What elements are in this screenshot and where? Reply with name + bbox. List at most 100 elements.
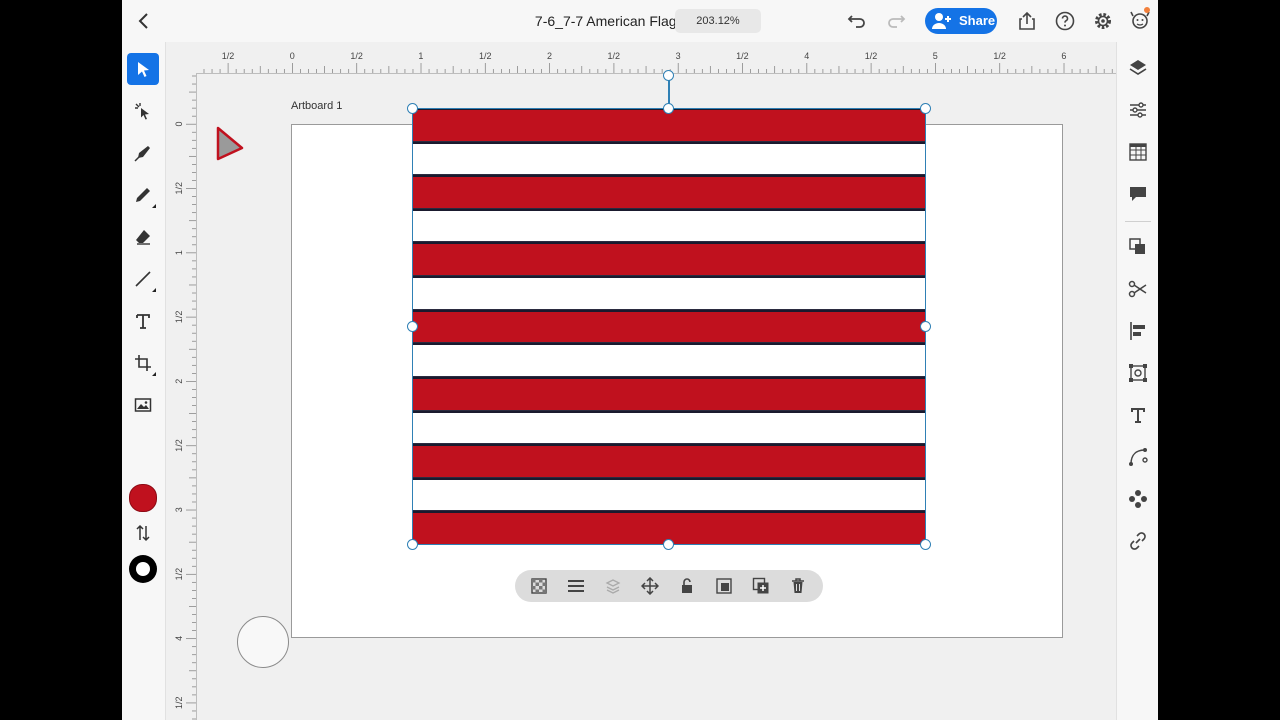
arrange-panel-button[interactable]: [1127, 236, 1149, 258]
layers-button[interactable]: [1127, 57, 1149, 79]
menu-lines-icon: [568, 580, 584, 592]
align-panel-button[interactable]: [1127, 320, 1149, 342]
libraries-button[interactable]: [1127, 141, 1149, 163]
resize-handle-right[interactable]: [920, 321, 931, 332]
swap-icon: [136, 524, 150, 542]
resize-handle-bottom-left[interactable]: [407, 539, 418, 550]
redo-button[interactable]: [885, 10, 907, 32]
fill-color-swatch[interactable]: [129, 484, 157, 512]
properties-button[interactable]: [1127, 99, 1149, 121]
align-left-icon: [1130, 322, 1145, 340]
mask-button[interactable]: [713, 576, 735, 596]
resize-handle-bottom-right[interactable]: [920, 539, 931, 550]
ruler-label: 4: [804, 51, 809, 61]
place-image-tool[interactable]: [127, 389, 159, 421]
red-stripe[interactable]: [412, 309, 926, 344]
touch-shortcut-button[interactable]: [237, 616, 289, 668]
direct-select-tool[interactable]: [127, 95, 159, 127]
properties-icon: [1130, 102, 1146, 118]
repeat-grid-icon: [1129, 490, 1147, 508]
comments-button[interactable]: [1127, 183, 1149, 205]
duplicate-icon: [752, 577, 769, 594]
white-stripe[interactable]: [412, 410, 926, 445]
red-stripe[interactable]: [412, 175, 926, 209]
pencil-tool[interactable]: [127, 179, 159, 211]
resize-handle-top-right[interactable]: [920, 103, 931, 114]
left-toolbar: [122, 42, 166, 720]
pen-icon: [134, 146, 150, 162]
ruler-label: 1/2: [865, 51, 878, 61]
ruler-label: 3: [676, 51, 681, 61]
eraser-tool[interactable]: [127, 221, 159, 253]
artboard-label[interactable]: Artboard 1: [291, 100, 342, 112]
settings-button[interactable]: [1092, 10, 1114, 32]
help-button[interactable]: [1054, 10, 1076, 32]
cut-button[interactable]: [1127, 278, 1149, 300]
white-stripe[interactable]: [412, 276, 926, 310]
crop-icon: [135, 355, 151, 371]
export-button[interactable]: [1016, 10, 1038, 32]
red-stripe[interactable]: [412, 376, 926, 411]
align-button[interactable]: [565, 576, 587, 596]
path-button[interactable]: [1127, 446, 1149, 468]
arrange-icon: [1129, 238, 1145, 254]
pencil-icon: [136, 188, 150, 202]
eraser-icon: [136, 230, 150, 245]
ruler-label: 1: [174, 250, 184, 255]
ruler-label: 1/2: [993, 51, 1006, 61]
share-button[interactable]: Share: [925, 8, 997, 34]
top-bar: 7-6_7-7 American Flag* 203.12% Share: [122, 0, 1158, 43]
delete-button[interactable]: [787, 576, 809, 596]
select-tool[interactable]: [127, 53, 159, 85]
add-user-icon: [932, 13, 951, 29]
type-panel-button[interactable]: [1127, 404, 1149, 426]
arrange-button[interactable]: [602, 576, 624, 596]
document-title[interactable]: 7-6_7-7 American Flag*: [462, 0, 682, 42]
horizontal-ruler: 1/2 0 1/2 1 1/2 2 1/2 3 1/2 4 1/2 5 1/2 6: [196, 42, 1116, 74]
move-icon: [641, 577, 659, 595]
type-tool[interactable]: [127, 305, 159, 337]
undo-icon: [847, 15, 865, 28]
swap-colors-button[interactable]: [133, 522, 153, 544]
move-button[interactable]: [639, 576, 661, 596]
red-stripe[interactable]: [412, 444, 926, 478]
crop-tool[interactable]: [127, 347, 159, 379]
resize-handle-top[interactable]: [663, 103, 674, 114]
white-stripe[interactable]: [412, 343, 926, 377]
ruler-label: 1/2: [174, 696, 184, 709]
context-toolbar: [515, 570, 823, 602]
ruler-label: 4: [174, 636, 184, 641]
transform-icon: [1129, 364, 1147, 382]
panel-divider: [1125, 221, 1151, 222]
ruler-label: 1/2: [174, 439, 184, 452]
libraries-icon: [1129, 143, 1147, 161]
resize-handle-top-left[interactable]: [407, 103, 418, 114]
zoom-level[interactable]: 203.12%: [675, 9, 761, 33]
back-button[interactable]: [134, 11, 154, 31]
ruler-label: 1: [418, 51, 423, 61]
lock-button[interactable]: [676, 576, 698, 596]
line-tool[interactable]: [127, 263, 159, 295]
pointer-cursor-icon: [215, 125, 247, 163]
repeat-button[interactable]: [1127, 488, 1149, 510]
comment-icon: [1130, 187, 1146, 201]
flag-stripes-group[interactable]: [407, 103, 931, 550]
duplicate-button[interactable]: [750, 576, 772, 596]
undo-button[interactable]: [846, 10, 868, 32]
ruler-label: 1/2: [479, 51, 492, 61]
transparency-button[interactable]: [528, 576, 550, 596]
red-stripe[interactable]: [412, 242, 926, 277]
white-stripe[interactable]: [412, 208, 926, 243]
white-stripe[interactable]: [412, 141, 926, 176]
transform-button[interactable]: [1127, 362, 1149, 384]
stroke-color-swatch[interactable]: [129, 555, 157, 583]
resize-handle-bottom[interactable]: [663, 539, 674, 550]
link-button[interactable]: [1127, 530, 1149, 552]
unlock-icon: [682, 578, 692, 593]
resize-handle-left[interactable]: [407, 321, 418, 332]
pen-tool[interactable]: [127, 137, 159, 169]
rotate-handle[interactable]: [663, 70, 674, 81]
white-stripe[interactable]: [412, 477, 926, 512]
ruler-ticks: 1/2 0 1/2 1 1/2 2 1/2 3 1/2 4 1/2 5 1/2 6: [203, 51, 1113, 73]
help-icon: [1055, 11, 1075, 31]
